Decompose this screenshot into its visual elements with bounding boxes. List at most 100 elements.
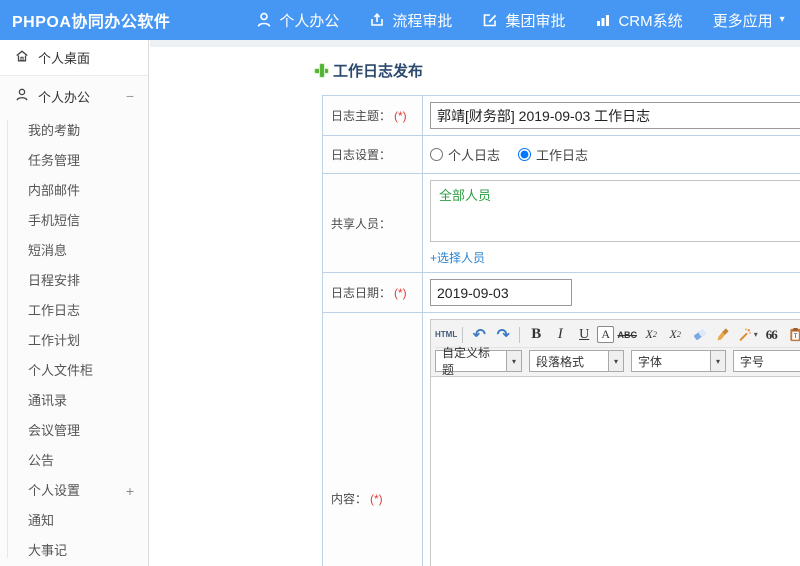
bar-chart-icon [595,12,611,28]
shared-people-box[interactable]: 全部人员 [430,180,800,242]
main-content: 工作日志发布 日志主题： (*) 日志设置： [150,40,800,566]
sidebar-item-sms[interactable]: 手机短信 [0,206,148,236]
format-brush-button[interactable] [712,324,734,346]
sidebar-item-task-management[interactable]: 任务管理 [0,146,148,176]
sidebar-item-announcement[interactable]: 公告 [0,446,148,476]
redo-button[interactable]: ↷ [492,324,514,346]
nav-label: CRM系统 [618,12,683,30]
nav-workflow-approval[interactable]: 流程审批 [369,10,452,31]
sidebar-item-personal-office[interactable]: 个人办公 − [0,76,148,116]
home-icon [15,49,29,66]
person-icon [256,12,272,28]
sidebar-item-short-message[interactable]: 短消息 [0,236,148,266]
radio-personal-log-input[interactable] [430,148,443,161]
sidebar-item-label: 个人桌面 [38,51,91,66]
font-color-button[interactable]: A [597,326,615,343]
sidebar-item-notice[interactable]: 通知 [0,506,148,536]
subscript-button[interactable]: X2 [664,324,686,346]
font-size-dropdown[interactable]: 字号 ▾ [733,350,800,372]
sidebar-item-label: 个人办公 [38,89,91,105]
paste-text-button[interactable]: T [784,324,800,346]
undo-button[interactable]: ↶ [468,324,490,346]
chevron-down-icon: ▾ [779,14,785,25]
chevron-down-icon: ▾ [753,329,758,339]
sidebar-submenu: 我的考勤 任务管理 内部邮件 手机短信 短消息 日程安排 工作日志 工作计划 个… [0,116,148,566]
collapse-minus-icon[interactable]: − [126,88,134,104]
form-row-settings: 日志设置： 个人日志 工作日志 [323,136,800,174]
custom-title-dropdown[interactable]: 自定义标题 ▾ [435,346,522,377]
add-plus-icon [315,64,328,77]
svg-text:T: T [792,333,797,340]
nav-group-approval[interactable]: 集团审批 [482,10,565,31]
sidebar-item-file-cabinet[interactable]: 个人文件柜 [0,356,148,386]
sidebar-item-memorabilia[interactable]: 大事记 [0,536,148,566]
sidebar-item-desktop[interactable]: 个人桌面 [0,40,148,76]
italic-button[interactable]: I [549,324,571,346]
sidebar-item-personal-settings[interactable]: 个人设置 + [0,476,148,506]
paragraph-format-dropdown[interactable]: 段落格式 ▾ [529,350,624,372]
required-mark: (*) [394,108,407,123]
sidebar-item-work-plan[interactable]: 工作计划 [0,326,148,356]
content-top-strip [150,40,800,47]
underline-button[interactable]: U [573,324,595,346]
nav-label: 集团审批 [505,12,566,30]
sidebar-item-meeting-management[interactable]: 会议管理 [0,416,148,446]
toolbar-separator [462,326,464,343]
sidebar-item-attendance[interactable]: 我的考勤 [0,116,148,146]
superscript-button[interactable]: X2 [640,324,662,346]
clipboard-icon: T [790,327,800,342]
share-label: 共享人员： [323,174,423,272]
select-people-link[interactable]: +选择人员 [430,249,800,266]
edit-square-icon [482,12,498,28]
subject-label: 日志主题： (*) [323,96,423,135]
strikethrough-button[interactable]: ABC [616,324,638,346]
nav-label: 个人办公 [279,12,340,30]
bold-button[interactable]: B [525,324,547,346]
toolbar-separator [519,326,521,343]
shared-people-value: 全部人员 [439,188,492,203]
editor-toolbar: HTML ↶ ↷ B I U A ABC X2 X 2 ▾ 66 T 自定义标题… [431,320,800,377]
sidebar-item-work-log[interactable]: 工作日志 [0,296,148,326]
person-icon [15,88,29,105]
html-source-button[interactable]: HTML [435,324,457,346]
sidebar: 个人桌面 个人办公 − 我的考勤 任务管理 内部邮件 手机短信 短消息 日程安排… [0,40,149,566]
expand-plus-icon[interactable]: + [126,476,134,506]
nav-more-apps[interactable]: 更多应用 ▾ [713,10,785,31]
magic-wand-icon [739,328,751,342]
worklog-form: 日志主题： (*) 日志设置： 个人日志 [322,95,800,566]
chevron-down-icon: ▾ [608,351,623,371]
form-row-subject: 日志主题： (*) [323,96,800,136]
editor-content-area[interactable] [431,377,800,566]
sidebar-item-schedule[interactable]: 日程安排 [0,266,148,296]
required-mark: (*) [394,285,407,300]
sidebar-item-internal-mail[interactable]: 内部邮件 [0,176,148,206]
date-label: 日志日期： (*) [323,273,423,312]
radio-work-log-input[interactable] [518,148,532,161]
form-row-share: 共享人员： 全部人员 +选择人员 [323,174,800,273]
required-mark: (*) [370,491,383,506]
sidebar-item-contacts[interactable]: 通讯录 [0,386,148,416]
form-row-content: 内容： (*) HTML ↶ ↷ B I U A ABC X 2 X 2 ▾ 6… [323,313,800,566]
app-logo: PHPOA协同办公软件 [12,14,171,31]
broom-icon [717,328,729,341]
date-input[interactable] [430,279,572,306]
flow-send-icon [369,12,385,28]
blockquote-button[interactable]: 66 [760,324,782,346]
content-label: 内容： (*) [323,313,423,566]
nav-personal-office[interactable]: 个人办公 [256,10,339,31]
page-title: 工作日志发布 [315,60,800,81]
chevron-down-icon: ▾ [506,351,521,371]
font-family-dropdown[interactable]: 字体 ▾ [631,350,726,372]
rich-text-editor: HTML ↶ ↷ B I U A ABC X2 X 2 ▾ 66 T 自定义标题… [430,319,800,566]
eraser-button[interactable] [688,324,710,346]
eraser-icon [693,329,706,340]
chevron-down-icon: ▾ [710,351,725,371]
radio-personal-log[interactable]: 个人日志 [430,145,500,164]
form-row-date: 日志日期： (*) [323,273,800,313]
nav-crm-system[interactable]: CRM系统 [595,10,683,31]
radio-work-log[interactable]: 工作日志 [518,145,588,164]
subject-input[interactable] [430,102,800,129]
autoformat-wand-button[interactable]: ▾ [736,324,758,346]
settings-label: 日志设置： [323,136,423,173]
main-nav: 个人办公 流程审批 集团审批 CRM系统 更多应用 ▾ [256,10,800,31]
